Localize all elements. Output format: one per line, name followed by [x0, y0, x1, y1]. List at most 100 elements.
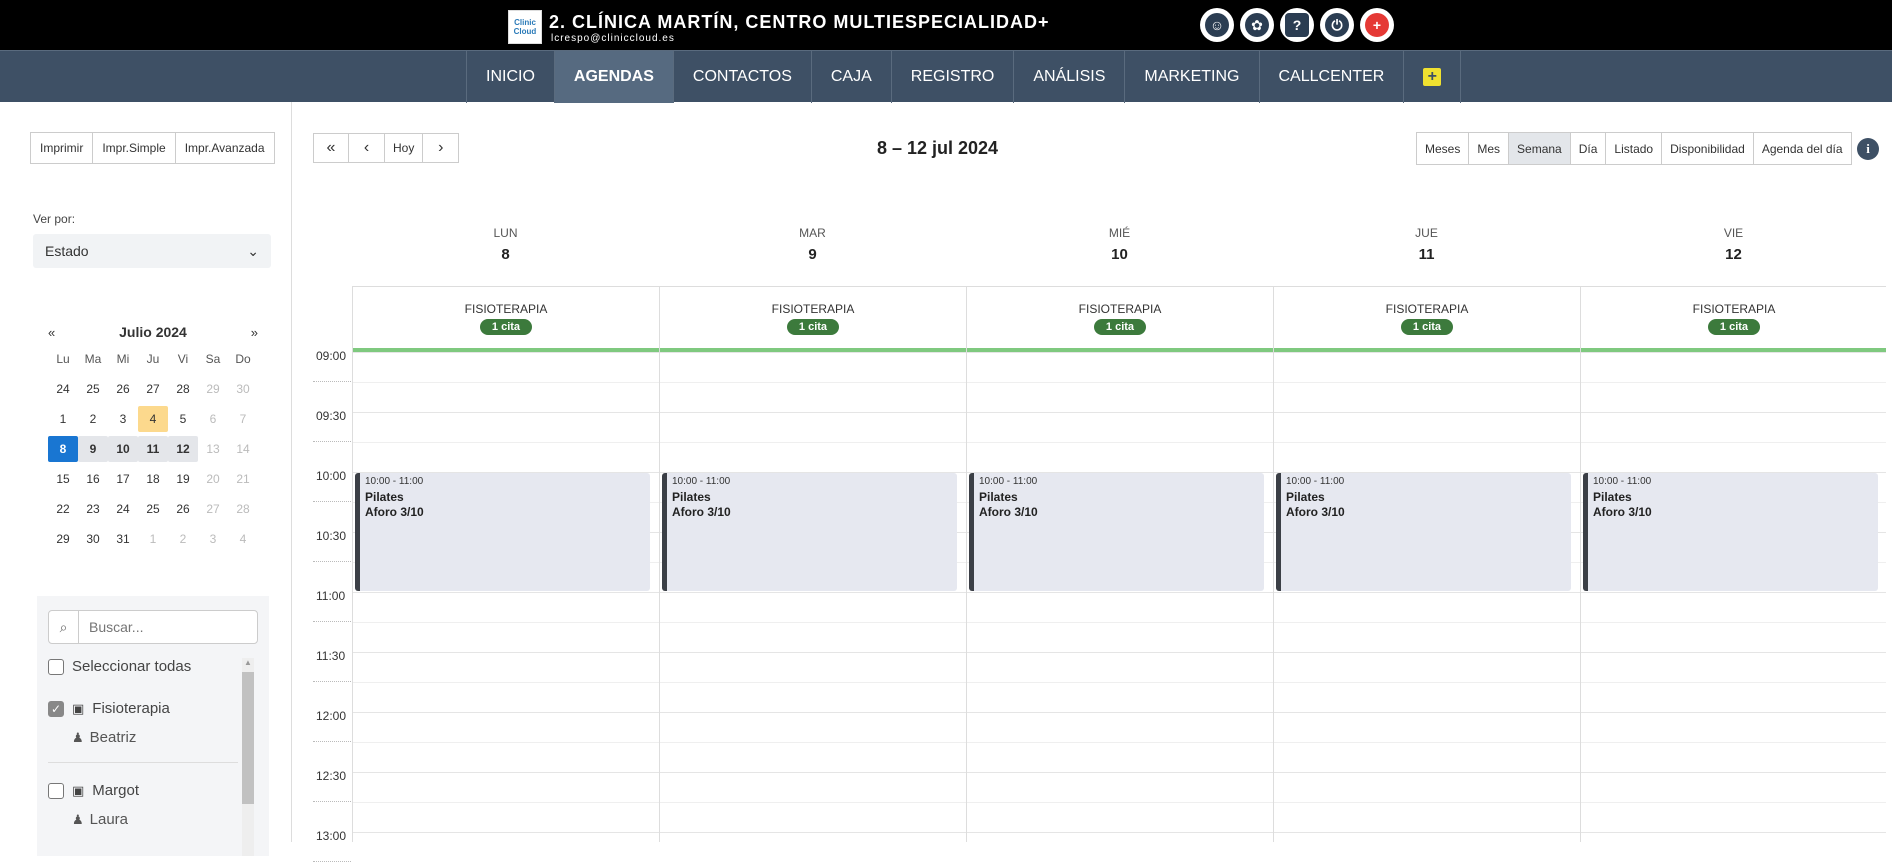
minical-day[interactable]: 18: [138, 466, 168, 492]
minical-day[interactable]: 10: [108, 436, 138, 462]
next-week-button[interactable]: ›: [423, 133, 460, 163]
minical-day[interactable]: 3: [198, 526, 228, 552]
minical-day[interactable]: 25: [78, 376, 108, 402]
view-button-listado[interactable]: Listado: [1606, 132, 1663, 165]
print-advanced-button[interactable]: Impr.Avanzada: [175, 132, 275, 164]
minical-day[interactable]: 2: [168, 526, 198, 552]
resource-header[interactable]: FISIOTERAPIA 1 cita: [966, 287, 1273, 349]
minical-next-button[interactable]: »: [251, 325, 258, 340]
minical-day[interactable]: 28: [228, 496, 258, 522]
group-checkbox[interactable]: ✓: [48, 700, 64, 717]
app-logo[interactable]: Clinic Cloud: [508, 10, 542, 44]
gear-icon[interactable]: ✿: [1240, 8, 1274, 42]
group-row-fisioterapia[interactable]: ✓ ▣ Fisioterapia: [48, 700, 170, 717]
minical-day[interactable]: 25: [138, 496, 168, 522]
view-by-select[interactable]: Estado ⌄: [33, 234, 271, 268]
day-header[interactable]: MAR 9: [659, 226, 966, 263]
minical-day[interactable]: 27: [138, 376, 168, 402]
minical-day[interactable]: 21: [228, 466, 258, 492]
day-header[interactable]: MIÉ 10: [966, 226, 1273, 263]
minical-day[interactable]: 1: [48, 406, 78, 432]
day-header[interactable]: LUN 8: [352, 226, 659, 263]
minical-day[interactable]: 15: [48, 466, 78, 492]
minical-day[interactable]: 4: [138, 406, 168, 432]
minical-day[interactable]: 9: [78, 436, 108, 462]
minical-day[interactable]: 26: [168, 496, 198, 522]
day-header[interactable]: VIE 12: [1580, 226, 1887, 263]
power-icon[interactable]: ⏻: [1320, 8, 1354, 42]
minical-day[interactable]: 14: [228, 436, 258, 462]
nav-analisis[interactable]: ANÁLISIS: [1013, 51, 1124, 103]
select-all-checkbox[interactable]: [48, 658, 64, 675]
resource-header[interactable]: FISIOTERAPIA 1 cita: [1580, 287, 1886, 349]
search-input[interactable]: [79, 619, 249, 635]
group-checkbox[interactable]: [48, 782, 64, 799]
minical-day[interactable]: 30: [228, 376, 258, 402]
resource-header[interactable]: FISIOTERAPIA 1 cita: [1273, 287, 1580, 349]
nav-registro[interactable]: REGISTRO: [890, 51, 1014, 103]
minical-day[interactable]: 11: [138, 436, 168, 462]
first-page-button[interactable]: «: [313, 133, 349, 163]
minical-day[interactable]: 4: [228, 526, 258, 552]
minical-day[interactable]: 16: [78, 466, 108, 492]
view-button-mes[interactable]: Mes: [1469, 132, 1510, 165]
minical-day[interactable]: 29: [48, 526, 78, 552]
nav-plus-item[interactable]: +: [1403, 51, 1462, 103]
minical-day[interactable]: 30: [78, 526, 108, 552]
group-row-margot[interactable]: ▣ Margot: [48, 782, 139, 799]
minical-day[interactable]: 6: [198, 406, 228, 432]
minical-day[interactable]: 23: [78, 496, 108, 522]
minical-day[interactable]: 13: [198, 436, 228, 462]
minical-day[interactable]: 28: [168, 376, 198, 402]
prev-week-button[interactable]: ‹: [349, 133, 385, 163]
minical-day[interactable]: 8: [48, 436, 78, 462]
day-header[interactable]: JUE 11: [1273, 226, 1580, 263]
appointment-event[interactable]: 10:00 - 11:00 Pilates Aforo 3/10: [969, 473, 1264, 591]
view-button-semana[interactable]: Semana: [1509, 132, 1571, 165]
minical-day[interactable]: 5: [168, 406, 198, 432]
nav-caja[interactable]: CAJA: [810, 51, 891, 103]
minical-day[interactable]: 24: [48, 376, 78, 402]
resource-header[interactable]: FISIOTERAPIA 1 cita: [659, 287, 966, 349]
alarm-icon[interactable]: +: [1360, 8, 1394, 42]
nav-marketing[interactable]: MARKETING: [1124, 51, 1258, 103]
minical-day[interactable]: 27: [198, 496, 228, 522]
today-button[interactable]: Hoy: [385, 133, 424, 163]
appointment-event[interactable]: 10:00 - 11:00 Pilates Aforo 3/10: [662, 473, 957, 591]
view-button-agenda-del-día[interactable]: Agenda del día: [1753, 132, 1852, 165]
view-button-disponibilidad[interactable]: Disponibilidad: [1662, 132, 1754, 165]
filter-scrollbar[interactable]: ▲: [242, 658, 254, 856]
select-all-row[interactable]: Seleccionar todas: [48, 658, 191, 675]
nav-callcenter[interactable]: CALLCENTER: [1258, 51, 1404, 103]
help-icon[interactable]: ?: [1280, 8, 1314, 42]
view-button-meses[interactable]: Meses: [1416, 132, 1470, 165]
minical-day[interactable]: 7: [228, 406, 258, 432]
scroll-up-icon[interactable]: ▲: [244, 658, 252, 667]
appointment-event[interactable]: 10:00 - 11:00 Pilates Aforo 3/10: [1583, 473, 1878, 591]
minical-day[interactable]: 22: [48, 496, 78, 522]
appointment-event[interactable]: 10:00 - 11:00 Pilates Aforo 3/10: [355, 473, 650, 591]
info-icon[interactable]: i: [1857, 138, 1879, 160]
print-button[interactable]: Imprimir: [30, 132, 94, 164]
minical-day[interactable]: 20: [198, 466, 228, 492]
minical-day[interactable]: 24: [108, 496, 138, 522]
view-button-día[interactable]: Día: [1570, 132, 1607, 165]
nav-inicio[interactable]: INICIO: [466, 51, 554, 103]
nav-agendas[interactable]: AGENDAS: [553, 51, 673, 103]
minical-prev-button[interactable]: «: [48, 325, 55, 340]
print-simple-button[interactable]: Impr.Simple: [93, 132, 176, 164]
minical-day[interactable]: 31: [108, 526, 138, 552]
minical-day[interactable]: 19: [168, 466, 198, 492]
face-icon[interactable]: ☺: [1200, 8, 1234, 42]
appointment-event[interactable]: 10:00 - 11:00 Pilates Aforo 3/10: [1276, 473, 1571, 591]
nav-contactos[interactable]: CONTACTOS: [672, 51, 811, 103]
minical-day[interactable]: 26: [108, 376, 138, 402]
resource-header[interactable]: FISIOTERAPIA 1 cita: [352, 287, 659, 349]
scrollbar-thumb[interactable]: [242, 672, 254, 804]
minical-day[interactable]: 12: [168, 436, 198, 462]
minical-day[interactable]: 3: [108, 406, 138, 432]
search-field[interactable]: ⌕: [48, 610, 258, 644]
minical-day[interactable]: 29: [198, 376, 228, 402]
minical-day[interactable]: 1: [138, 526, 168, 552]
minical-day[interactable]: 17: [108, 466, 138, 492]
